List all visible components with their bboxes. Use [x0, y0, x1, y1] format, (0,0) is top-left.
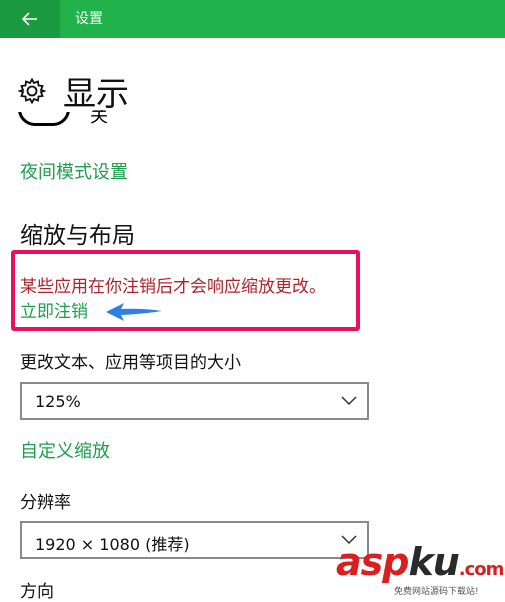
custom-scaling-link[interactable]: 自定义缩放 — [20, 437, 110, 463]
site-watermark: aspku.com 免费网站源码下载站! — [336, 540, 504, 598]
watermark-logo: aspku.com — [336, 540, 504, 584]
page-header: 显示 — [18, 68, 129, 114]
resolution-dropdown[interactable]: 1920 × 1080 (推荐) — [20, 521, 369, 559]
text-size-label: 更改文本、应用等项目的大小 — [20, 353, 241, 373]
resolution-label: 分辨率 — [20, 493, 71, 513]
toggle-track — [18, 112, 70, 126]
text-size-value: 125% — [35, 392, 81, 411]
toggle-state-label: 关 — [90, 110, 108, 127]
text-size-dropdown[interactable]: 125% — [20, 382, 369, 420]
watermark-tagline: 免费网站源码下载站! — [394, 587, 479, 597]
title-bar: 设置 — [0, 0, 505, 38]
night-light-settings-link[interactable]: 夜间模式设置 — [20, 158, 128, 184]
resolution-value: 1920 × 1080 (推荐) — [35, 535, 190, 554]
back-button[interactable] — [0, 0, 60, 38]
section-title-scale-layout: 缩放与布局 — [20, 223, 135, 249]
scale-change-notice: 某些应用在你注销后才会响应缩放更改。 — [20, 277, 326, 297]
sign-out-now-link[interactable]: 立即注销 — [20, 297, 88, 322]
gear-icon — [18, 77, 46, 105]
page-title: 显示 — [63, 74, 129, 113]
orientation-label: 方向 — [20, 582, 54, 602]
back-arrow-icon — [22, 12, 37, 26]
night-light-toggle[interactable] — [18, 112, 74, 130]
pointer-arrow-icon — [106, 303, 162, 321]
chevron-down-icon — [341, 396, 357, 406]
window-title: 设置 — [75, 11, 103, 27]
